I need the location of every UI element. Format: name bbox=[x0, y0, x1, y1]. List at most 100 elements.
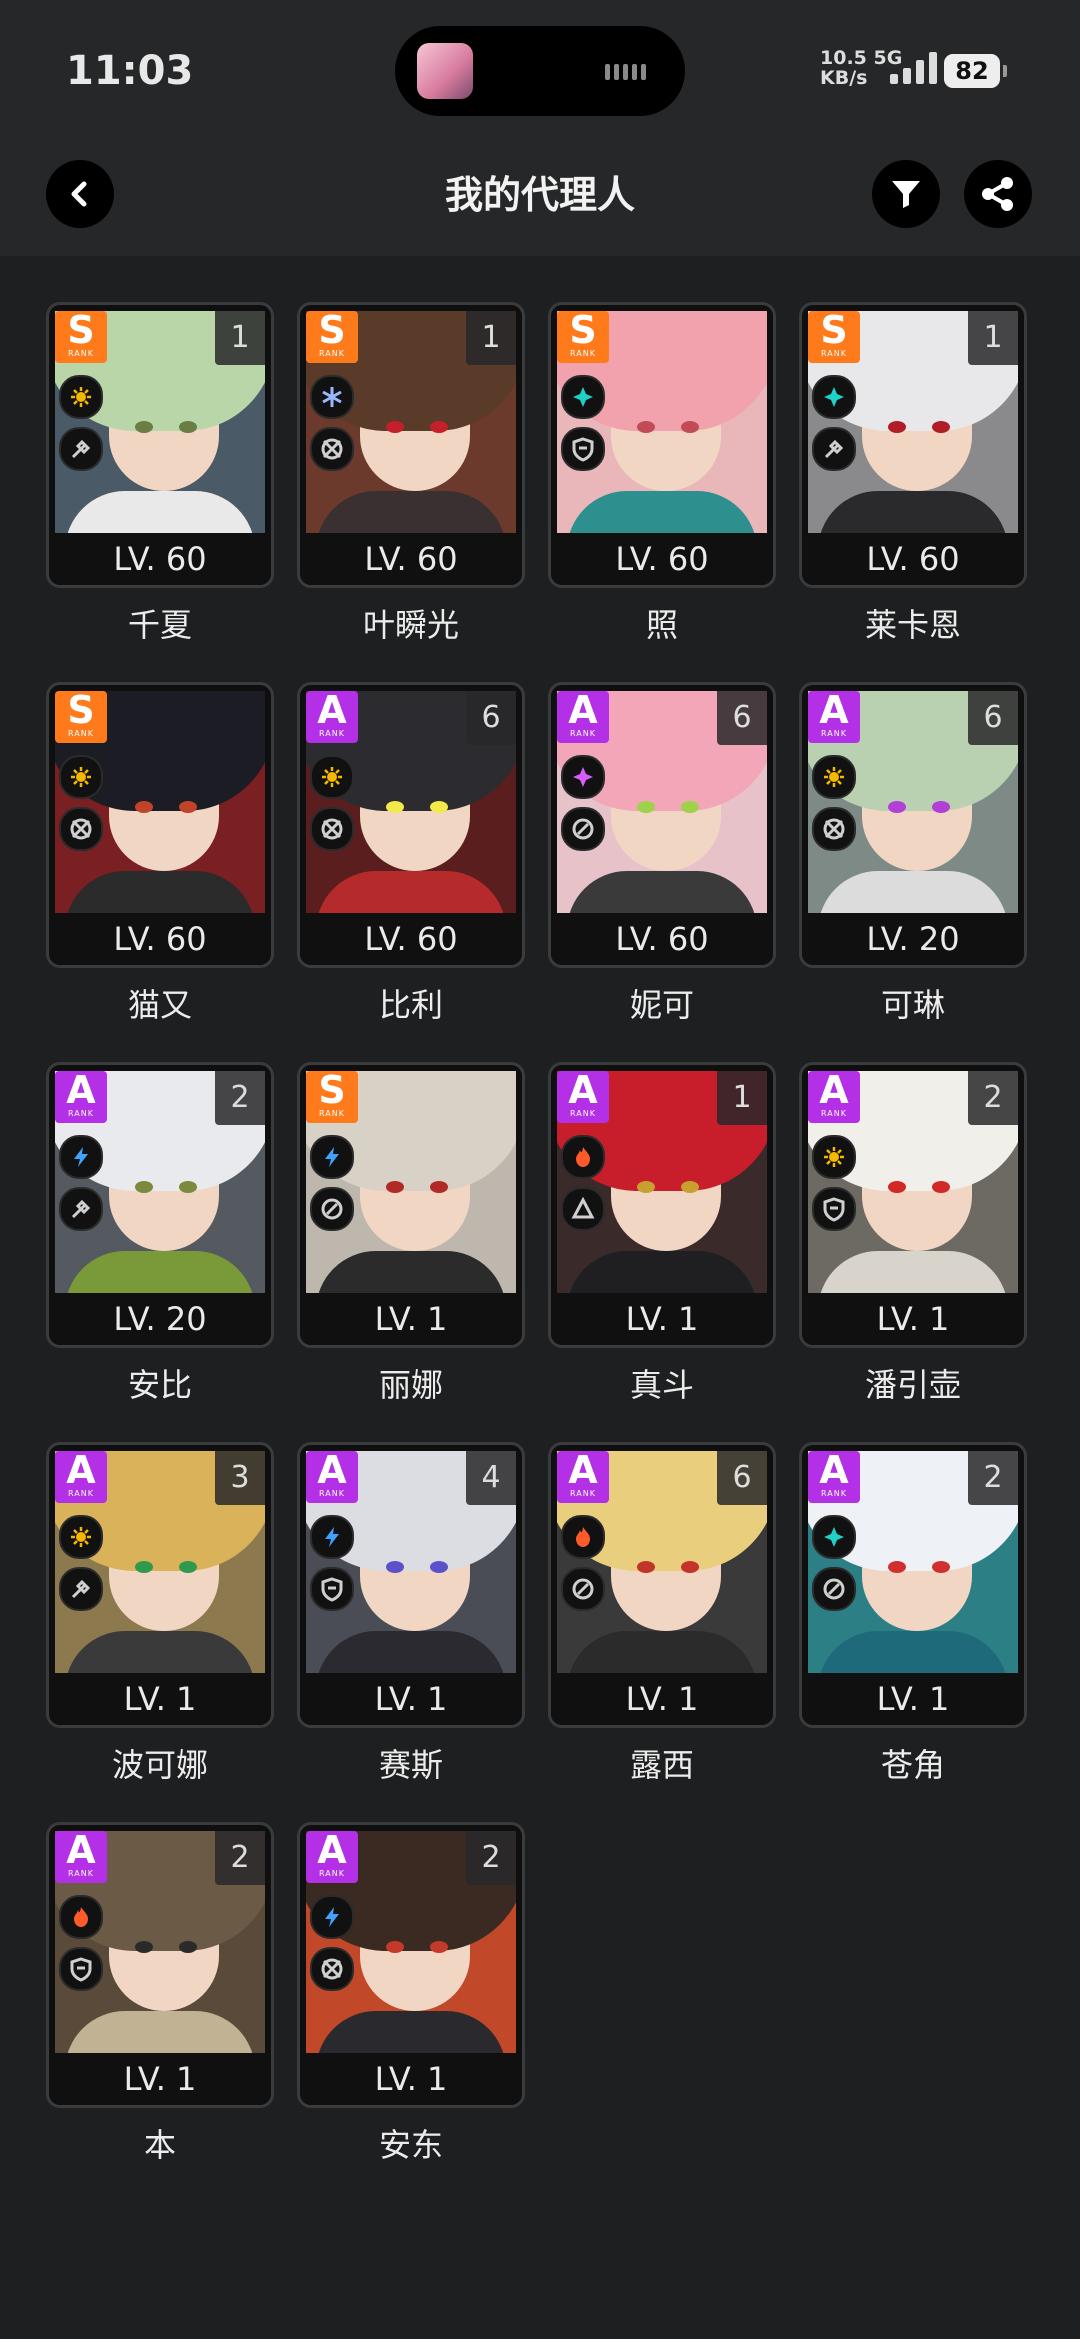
agent-frame[interactable]: S RANK LV. 60 bbox=[548, 302, 776, 588]
stun-role-icon bbox=[812, 427, 856, 471]
agent-card[interactable]: A RANK 6 LV. 60 妮可 bbox=[548, 682, 776, 1026]
rank-word: RANK bbox=[570, 349, 596, 358]
agent-frame[interactable]: A RANK 6 LV. 20 bbox=[799, 682, 1027, 968]
rank-word: RANK bbox=[68, 1869, 94, 1878]
agent-card[interactable]: A RANK 2 LV. 1 潘引壶 bbox=[799, 1062, 1027, 1406]
electric-attribute-icon bbox=[310, 1135, 354, 1179]
agent-card[interactable]: A RANK 6 LV. 60 比利 bbox=[297, 682, 525, 1026]
mindscape-count: 1 bbox=[717, 1071, 767, 1125]
rank-word: RANK bbox=[821, 349, 847, 358]
agent-card[interactable]: A RANK 2 LV. 1 安东 bbox=[297, 1822, 525, 2166]
fire-attribute-icon bbox=[561, 1135, 605, 1179]
physical-attribute-icon bbox=[59, 375, 103, 419]
agent-card[interactable]: S RANK 1 LV. 60 千夏 bbox=[46, 302, 274, 646]
net-speed-unit: KB/s bbox=[820, 67, 868, 89]
agent-card[interactable]: A RANK 2 LV. 1 苍角 bbox=[799, 1442, 1027, 1786]
portrait-eye-right bbox=[932, 801, 950, 813]
agent-card[interactable]: S RANK LV. 60 照 bbox=[548, 302, 776, 646]
agent-frame[interactable]: S RANK LV. 1 bbox=[297, 1062, 525, 1348]
portrait-outfit bbox=[316, 871, 506, 913]
agent-level: LV. 60 bbox=[49, 533, 271, 585]
agent-frame[interactable]: A RANK 3 LV. 1 bbox=[46, 1442, 274, 1728]
agent-level: LV. 20 bbox=[802, 913, 1024, 965]
portrait-eye-left bbox=[135, 421, 153, 433]
portrait-eye-right bbox=[932, 1181, 950, 1193]
agent-card[interactable]: A RANK 4 LV. 1 赛斯 bbox=[297, 1442, 525, 1786]
rank-letter: A bbox=[317, 1448, 347, 1492]
portrait-eye-left bbox=[135, 801, 153, 813]
rank-word: RANK bbox=[68, 729, 94, 738]
agent-card[interactable]: S RANK 1 LV. 60 莱卡恩 bbox=[799, 302, 1027, 646]
agent-frame[interactable]: A RANK 6 LV. 1 bbox=[548, 1442, 776, 1728]
agent-name: 丽娜 bbox=[378, 1366, 443, 1404]
portrait-eye-right bbox=[430, 801, 448, 813]
agent-card[interactable]: A RANK 6 LV. 20 可琳 bbox=[799, 682, 1027, 1026]
ether-attribute-icon bbox=[812, 375, 856, 419]
rank-word: RANK bbox=[821, 1489, 847, 1498]
rank-letter: S bbox=[569, 308, 597, 352]
ice-attribute-icon bbox=[310, 375, 354, 419]
rank-word: RANK bbox=[319, 1109, 345, 1118]
net-speed-value: 10.5 bbox=[820, 47, 867, 69]
agent-card[interactable]: S RANK LV. 60 猫又 bbox=[46, 682, 274, 1026]
rank-badge: A RANK bbox=[55, 1451, 107, 1503]
portrait-outfit bbox=[65, 1251, 255, 1293]
agent-frame[interactable]: A RANK 2 LV. 1 bbox=[799, 1442, 1027, 1728]
agent-frame[interactable]: S RANK 1 LV. 60 bbox=[46, 302, 274, 588]
agent-frame[interactable]: A RANK 4 LV. 1 bbox=[297, 1442, 525, 1728]
agent-level: LV. 1 bbox=[300, 1293, 522, 1345]
dynamic-island[interactable] bbox=[395, 26, 685, 116]
portrait-eye-left bbox=[637, 421, 655, 433]
agent-frame[interactable]: A RANK 2 LV. 1 bbox=[799, 1062, 1027, 1348]
rank-badge: A RANK bbox=[808, 1451, 860, 1503]
share-icon bbox=[982, 177, 1013, 211]
agent-frame[interactable]: S RANK 1 LV. 60 bbox=[799, 302, 1027, 588]
agent-frame[interactable]: S RANK 1 LV. 60 bbox=[297, 302, 525, 588]
rank-badge: S RANK bbox=[808, 311, 860, 363]
agent-card[interactable]: A RANK 6 LV. 1 露西 bbox=[548, 1442, 776, 1786]
agent-name: 可琳 bbox=[880, 986, 945, 1024]
agent-card[interactable]: A RANK 1 LV. 1 真斗 bbox=[548, 1062, 776, 1406]
rank-badge: A RANK bbox=[808, 691, 860, 743]
mindscape-count: 3 bbox=[215, 1451, 265, 1505]
physical-attribute-icon bbox=[812, 1135, 856, 1179]
share-button[interactable] bbox=[964, 160, 1032, 228]
portrait-eye-left bbox=[386, 1561, 404, 1573]
rank-badge: A RANK bbox=[557, 1071, 609, 1123]
rank-badge: S RANK bbox=[55, 691, 107, 743]
agent-frame[interactable]: S RANK LV. 60 bbox=[46, 682, 274, 968]
attack-role-icon bbox=[59, 807, 103, 851]
agent-frame[interactable]: A RANK 6 LV. 60 bbox=[297, 682, 525, 968]
stun-role-icon bbox=[59, 1187, 103, 1231]
mindscape-count: 2 bbox=[215, 1071, 265, 1125]
agent-card[interactable]: A RANK 3 LV. 1 波可娜 bbox=[46, 1442, 274, 1786]
rank-badge: A RANK bbox=[306, 1831, 358, 1883]
rank-letter: A bbox=[819, 1448, 849, 1492]
agent-frame[interactable]: A RANK 6 LV. 60 bbox=[548, 682, 776, 968]
agent-card[interactable]: A RANK 2 LV. 20 安比 bbox=[46, 1062, 274, 1406]
mindscape-count: 2 bbox=[466, 1831, 516, 1885]
rank-letter: A bbox=[568, 688, 598, 732]
rank-letter: A bbox=[66, 1448, 96, 1492]
agent-frame[interactable]: A RANK 1 LV. 1 bbox=[548, 1062, 776, 1348]
physical-attribute-icon bbox=[59, 1515, 103, 1559]
portrait-eye-right bbox=[179, 1941, 197, 1953]
mindscape-count: 6 bbox=[717, 691, 767, 745]
rank-letter: A bbox=[568, 1448, 598, 1492]
filter-button[interactable] bbox=[872, 160, 940, 228]
rank-badge: A RANK bbox=[557, 691, 609, 743]
agent-frame[interactable]: A RANK 2 LV. 1 bbox=[297, 1822, 525, 2108]
agent-frame[interactable]: A RANK 2 LV. 20 bbox=[46, 1062, 274, 1348]
agent-frame[interactable]: A RANK 2 LV. 1 bbox=[46, 1822, 274, 2108]
agent-card[interactable]: S RANK 1 LV. 60 叶瞬光 bbox=[297, 302, 525, 646]
rupture-role-icon bbox=[561, 1187, 605, 1231]
agent-card[interactable]: S RANK LV. 1 丽娜 bbox=[297, 1062, 525, 1406]
rank-word: RANK bbox=[570, 1109, 596, 1118]
agent-card[interactable]: A RANK 2 LV. 1 本 bbox=[46, 1822, 274, 2166]
battery-icon: 82 bbox=[944, 54, 1007, 88]
activity-bars-icon bbox=[605, 62, 649, 80]
portrait-eye-left bbox=[888, 1181, 906, 1193]
rank-letter: A bbox=[819, 1068, 849, 1112]
portrait-outfit bbox=[818, 871, 1008, 913]
portrait-eye-left bbox=[637, 1181, 655, 1193]
